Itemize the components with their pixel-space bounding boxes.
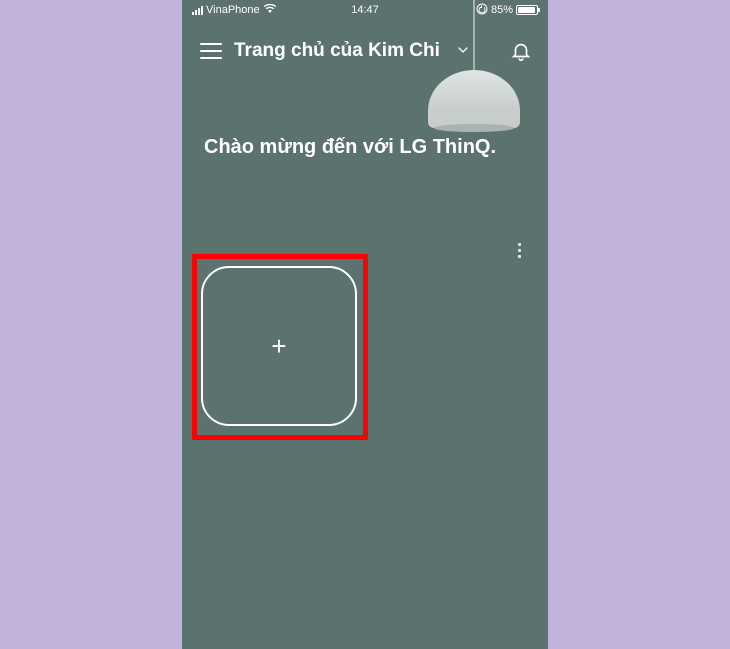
status-left: VinaPhone <box>192 3 277 17</box>
welcome-heading: Chào mừng đến với LG ThinQ. <box>182 72 548 159</box>
menu-icon[interactable] <box>200 43 222 59</box>
battery-icon <box>516 5 538 15</box>
more-options-icon[interactable] <box>512 243 526 258</box>
phone-screen: VinaPhone 14:47 85% <box>182 0 548 649</box>
add-device-button[interactable]: + <box>201 266 357 426</box>
page-title: Trang chủ của Kim Chi <box>234 40 440 62</box>
wifi-icon <box>263 3 277 17</box>
bell-icon[interactable] <box>510 40 532 62</box>
status-bar: VinaPhone 14:47 85% <box>182 0 548 20</box>
plus-icon: + <box>271 333 286 359</box>
clock: 14:47 <box>351 4 379 16</box>
signal-icon <box>192 6 203 15</box>
status-right: 85% <box>476 3 538 18</box>
orientation-lock-icon <box>476 3 488 18</box>
carrier-label: VinaPhone <box>206 4 260 16</box>
chevron-down-icon[interactable] <box>458 46 468 57</box>
battery-percent: 85% <box>491 4 513 16</box>
nav-bar: Trang chủ của Kim Chi <box>182 20 548 72</box>
